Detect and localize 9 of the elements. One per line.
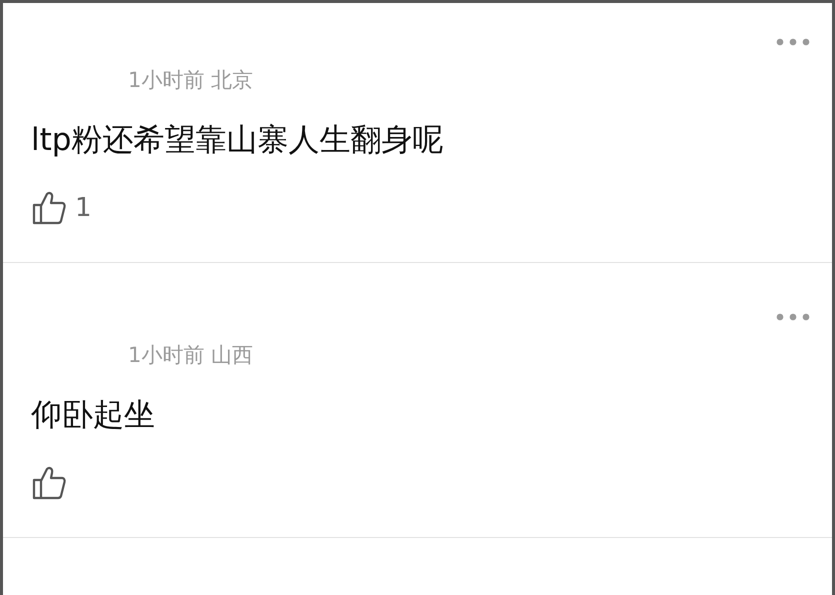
- more-icon[interactable]: [776, 38, 810, 46]
- comment-meta: 1小时前 北京: [128, 67, 254, 94]
- thumbs-up-icon[interactable]: [31, 465, 67, 501]
- like-count: 1: [75, 193, 92, 223]
- thumbs-up-icon[interactable]: [31, 190, 67, 226]
- more-icon[interactable]: [776, 313, 810, 321]
- comment-text: ltp粉还希望靠山寨人生翻身呢: [31, 121, 444, 160]
- comment-meta: 1小时前 山西: [128, 342, 254, 369]
- comment-text: 仰卧起坐: [31, 396, 156, 435]
